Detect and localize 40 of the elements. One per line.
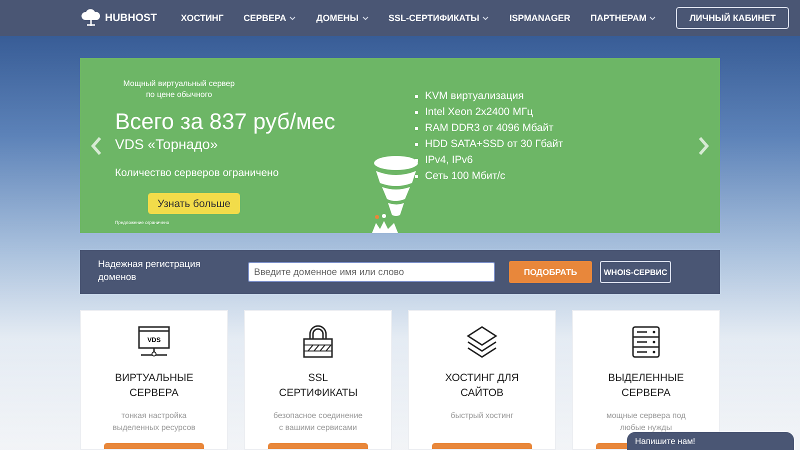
nav-link[interactable]: ПАРТНЕРАМ xyxy=(590,13,656,23)
feature-item: HDD SATA+SSD от 30 Гбайт xyxy=(415,136,564,152)
card-button[interactable] xyxy=(268,443,368,449)
tornado-icon xyxy=(370,155,420,233)
banner-subtitle: Мощный виртуальный сервер по цене обычного xyxy=(122,78,236,100)
service-description: быстрый хостинг xyxy=(450,410,514,422)
product-name: VDS «Торнадо» xyxy=(115,136,219,152)
service-description: безопасное соединение с вашими сервисами xyxy=(272,410,364,434)
padlock-icon xyxy=(301,325,335,359)
card-button[interactable] xyxy=(104,443,204,449)
nav-link[interactable]: ДОМЕНЫ xyxy=(316,13,369,23)
account-button[interactable]: ЛИЧНЫЙ КАБИНЕТ xyxy=(676,7,789,29)
feature-item: Intel Xeon 2x2400 МГц xyxy=(415,104,564,120)
nav-link[interactable]: ХОСТИНГ xyxy=(180,13,224,23)
feature-item: KVM виртуализация xyxy=(415,88,564,104)
service-description: мощные сервера под любые нужды xyxy=(605,410,687,434)
card-button[interactable] xyxy=(432,443,532,449)
nav-link[interactable]: ISPMANAGER xyxy=(509,13,570,23)
service-description: тонкая настройка выделенных ресурсов xyxy=(112,410,196,434)
domain-input-field[interactable]: Введите доменное имя или слово xyxy=(248,262,495,282)
live-chat-dialog[interactable]: Напишите нам! xyxy=(627,432,794,450)
service-title: ВИРТУАЛЬНЫЕ СЕРВЕРА xyxy=(115,371,193,400)
layers-icon xyxy=(465,325,499,359)
caret-icon xyxy=(649,16,656,20)
caret-icon xyxy=(289,16,296,20)
service-title: ХОСТИНГ ДЛЯ САЙТОВ xyxy=(444,371,520,400)
banner-note: Количество серверов ограничено xyxy=(115,167,280,180)
nav-link[interactable]: СЕРВЕРА xyxy=(244,13,296,23)
caret-icon xyxy=(362,16,369,20)
learn-more-button[interactable]: Узнать больше xyxy=(148,193,240,214)
logo[interactable]: HUBHOST xyxy=(80,8,157,28)
caret-icon xyxy=(482,16,490,20)
cloud-icon xyxy=(80,8,102,28)
domain-label: Надежная регистрация доменов xyxy=(98,259,202,285)
banner-headline: Всего за 837 руб/мес xyxy=(115,109,336,136)
nav-link[interactable]: SSL-СЕРТИФИКАТЫ xyxy=(388,13,490,23)
whois-button[interactable]: WHOIS-СЕРВИС xyxy=(600,261,671,283)
service-title: ВЫДЕЛЕННЫЕ СЕРВЕРА xyxy=(607,371,685,400)
service-title: SSL СЕРТИФИКАТЫ xyxy=(279,371,357,400)
feature-item: RAM DDR3 от 4096 Мбайт xyxy=(415,120,564,136)
